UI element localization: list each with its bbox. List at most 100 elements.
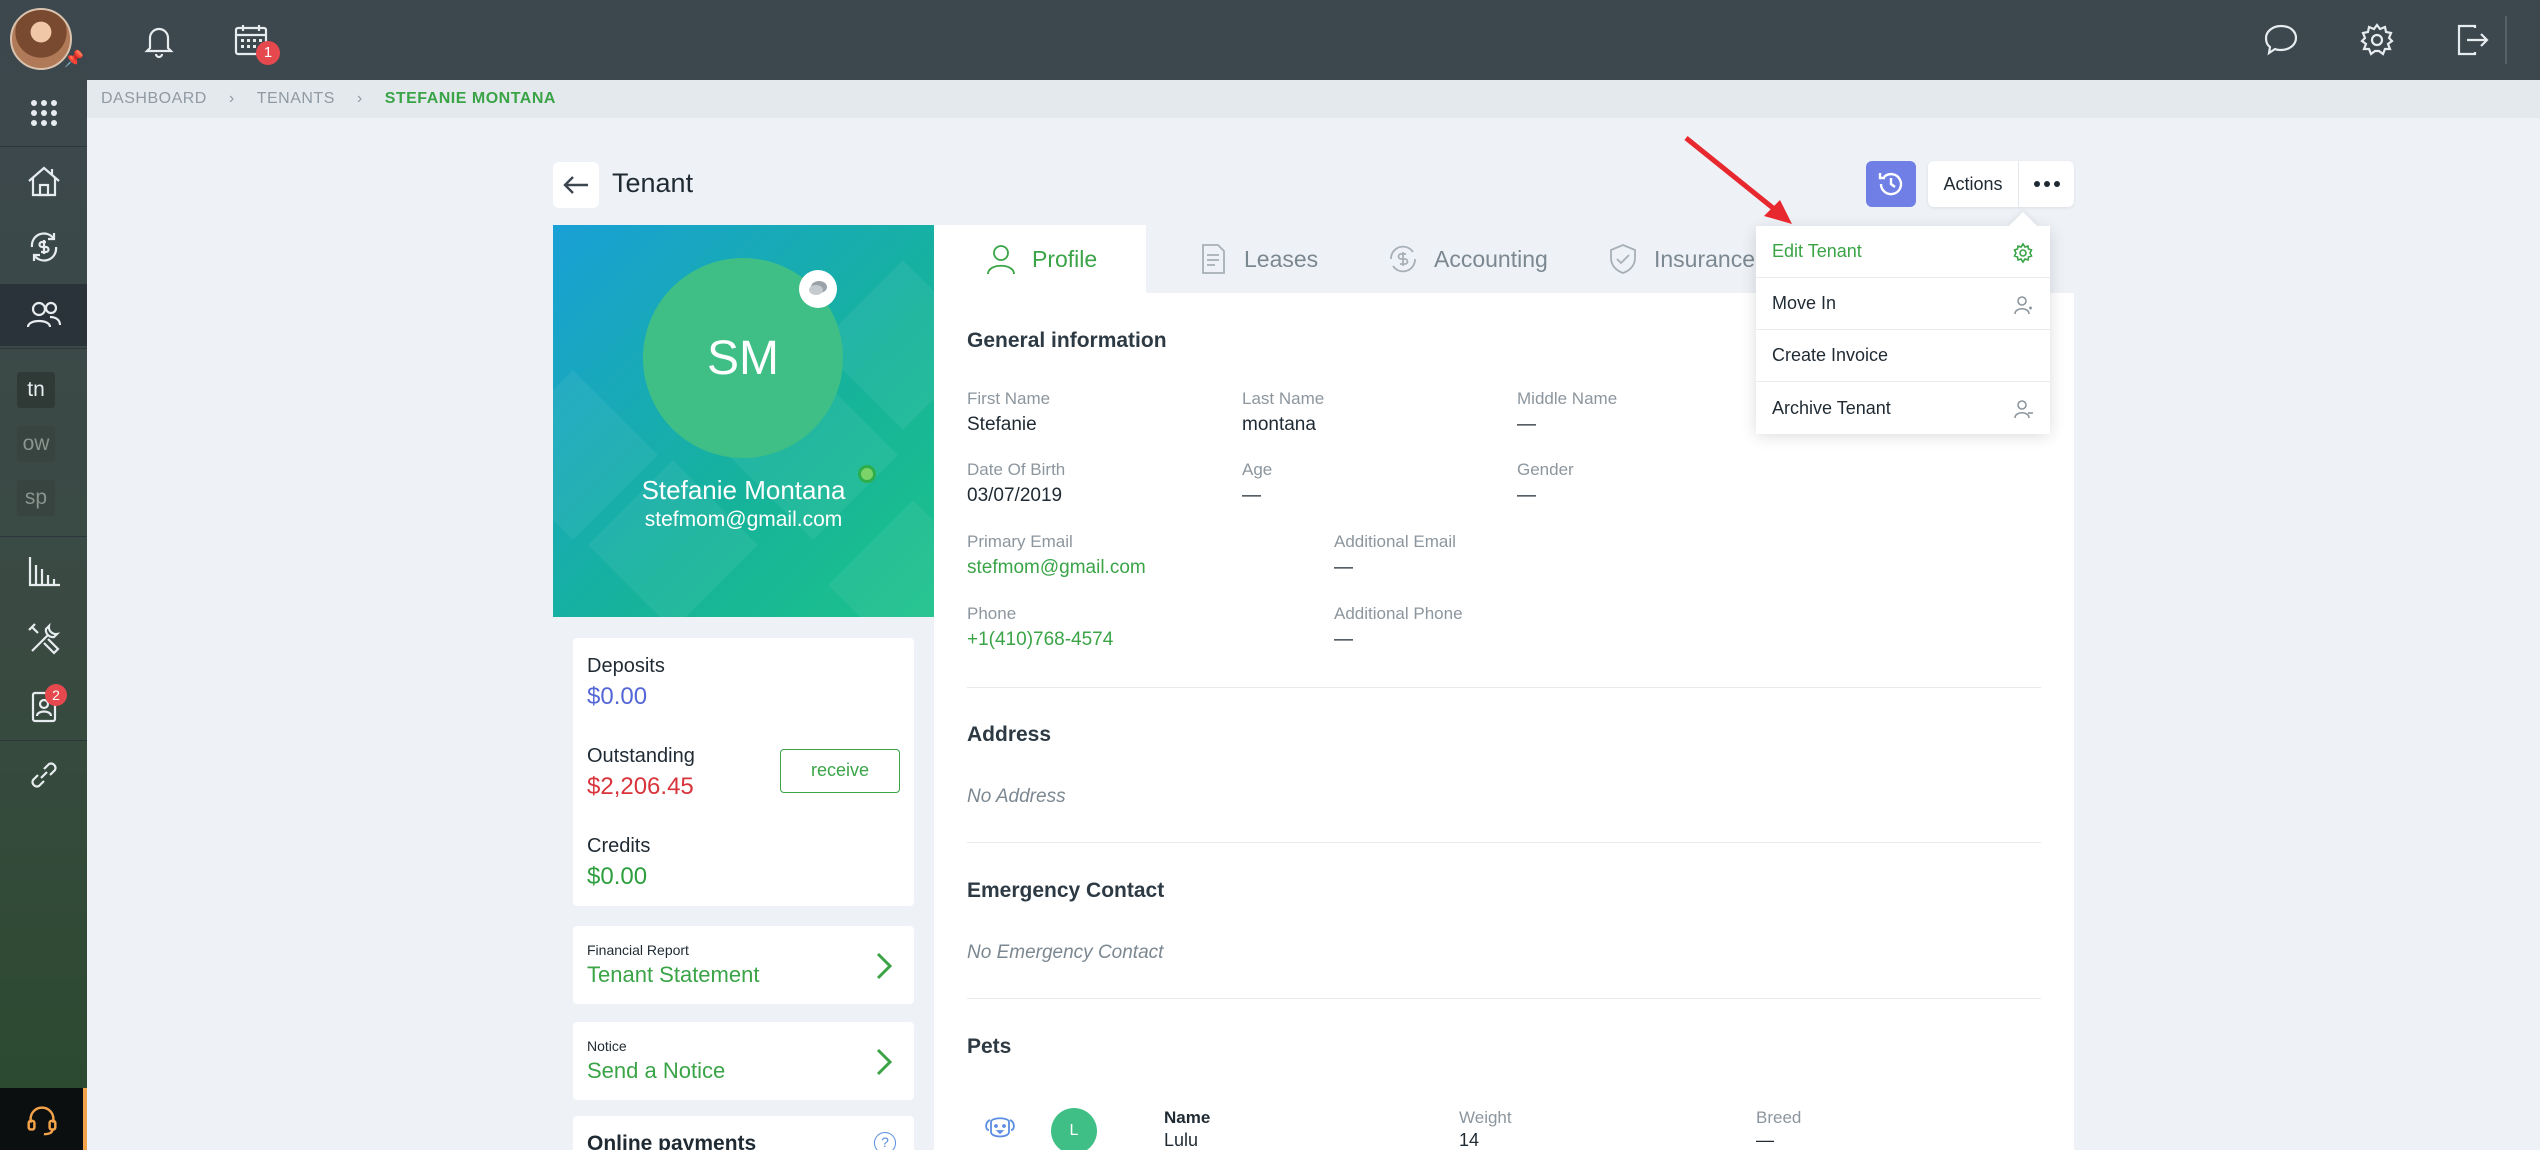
- contacts-badge: 2: [45, 684, 67, 706]
- history-button[interactable]: [1866, 161, 1916, 207]
- pet-weight-value: 14: [1459, 1130, 1480, 1150]
- pin-icon[interactable]: 📌: [64, 52, 84, 68]
- red-arrow-annotation: [1684, 136, 1792, 224]
- phone-link[interactable]: +1(410)768-4574: [967, 629, 1113, 651]
- link-caption: Notice: [587, 1038, 627, 1054]
- deposits-label: Deposits: [587, 655, 665, 677]
- pet-breed-label: Breed: [1756, 1108, 1802, 1127]
- page-title: Tenant: [612, 168, 694, 198]
- user-icon: [2014, 400, 2033, 419]
- document-icon: [1202, 244, 1225, 274]
- online-payments-card: Online payments ?: [573, 1116, 914, 1150]
- home-icon[interactable]: [0, 150, 87, 212]
- apps-grid-icon[interactable]: [0, 82, 87, 144]
- link-caption: Financial Report: [587, 942, 689, 958]
- profile-card: SM Stefanie Montana stefmom@gmail.com: [553, 225, 934, 617]
- tenant-email: stefmom@gmail.com: [644, 508, 843, 531]
- deposits-value: $0.00: [587, 683, 648, 710]
- additional-phone-value: —: [1334, 629, 1353, 650]
- tab-leases[interactable]: Leases: [1196, 225, 1318, 293]
- message-bubble-icon[interactable]: [799, 270, 837, 308]
- tab-label: Accounting: [1434, 245, 1548, 272]
- tab-profile[interactable]: Profile: [934, 225, 1146, 293]
- breadcrumb: DASHBOARD › TENANTS › STEFANIE MONTANA: [87, 80, 2540, 118]
- support-button[interactable]: [0, 1088, 87, 1150]
- balances-card: Deposits $0.00 Outstanding $2,206.45 rec…: [573, 638, 914, 906]
- topbar: 1: [87, 0, 2540, 80]
- chart-icon[interactable]: [0, 540, 87, 602]
- link-icon[interactable]: [0, 744, 87, 806]
- contact-card-icon[interactable]: 2: [0, 676, 87, 738]
- pet-name-value: Lulu: [1164, 1130, 1199, 1150]
- back-button[interactable]: [553, 162, 599, 208]
- first-name-label: First Name: [967, 389, 1051, 408]
- pets-title: Pets: [967, 1035, 1012, 1058]
- user-icon: [2014, 296, 2032, 315]
- sidebar-tag-ow[interactable]: ow: [17, 426, 55, 462]
- calendar-icon[interactable]: 1: [227, 16, 280, 65]
- tab-accounting[interactable]: Accounting: [1386, 225, 1548, 293]
- arrow-left-icon: [563, 176, 588, 194]
- user-avatar[interactable]: [10, 8, 72, 70]
- tenant-statement-link[interactable]: Financial Report Tenant Statement: [573, 926, 914, 1004]
- menu-item-label: Edit Tenant: [1772, 241, 1862, 261]
- general-info-title: General information: [967, 329, 1167, 352]
- tenant-name: Stefanie Montana: [641, 475, 846, 505]
- pet-name-label: Name: [1164, 1108, 1211, 1127]
- dollar-cycle-icon: [1390, 245, 1416, 273]
- receive-button[interactable]: receive: [780, 749, 900, 793]
- last-name-label: Last Name: [1242, 389, 1325, 408]
- credits-value: $0.00: [587, 863, 648, 890]
- gear-icon[interactable]: [2353, 16, 2401, 64]
- chevron-right-icon: ›: [228, 90, 235, 107]
- help-icon[interactable]: ?: [874, 1132, 896, 1150]
- tab-insurance[interactable]: Insurance: [1606, 225, 1755, 293]
- sidebar-tag-sp[interactable]: sp: [17, 480, 55, 516]
- menu-item-edit-tenant[interactable]: Edit Tenant: [1756, 226, 2050, 278]
- more-options-button[interactable]: [2019, 161, 2074, 207]
- credits-label: Credits: [587, 835, 651, 857]
- menu-item-label: Archive Tenant: [1772, 397, 1891, 418]
- menu-item-archive-tenant[interactable]: Archive Tenant: [1756, 382, 2050, 434]
- bell-icon[interactable]: [135, 16, 183, 64]
- gender-value: —: [1517, 485, 1536, 506]
- actions-button[interactable]: Actions: [1928, 174, 2018, 195]
- breadcrumb-tenants[interactable]: TENANTS: [257, 90, 335, 108]
- gear-icon: [2013, 242, 2033, 264]
- age-label: Age: [1242, 460, 1273, 479]
- pet-avatar: L: [1051, 1108, 1097, 1150]
- menu-item-label: Create Invoice: [1772, 345, 1889, 365]
- money-cycle-icon[interactable]: [0, 216, 87, 278]
- menu-item-create-invoice[interactable]: Create Invoice: [1756, 330, 2050, 382]
- tab-label: Profile: [1032, 245, 1098, 272]
- actions-dropdown-menu: Edit Tenant Move In Create Invoice Archi…: [1756, 226, 2050, 434]
- person-icon: [987, 245, 1015, 275]
- dob-label: Date Of Birth: [967, 460, 1066, 479]
- link-title: Send a Notice: [587, 1058, 726, 1083]
- middle-name-value: —: [1517, 414, 1536, 435]
- tools-icon[interactable]: [0, 608, 87, 670]
- middle-name-label: Middle Name: [1517, 389, 1618, 408]
- send-notice-link[interactable]: Notice Send a Notice: [573, 1022, 914, 1100]
- additional-phone-label: Additional Phone: [1334, 604, 1463, 623]
- shield-icon: [1610, 244, 1636, 274]
- first-name-value: Stefanie: [967, 414, 1037, 435]
- primary-email-link[interactable]: stefmom@gmail.com: [967, 557, 1146, 579]
- chevron-right-icon: ›: [356, 90, 363, 107]
- people-icon[interactable]: [0, 284, 87, 346]
- app-window: 📌 tn ow sp 2 1 DASHBOARD › TENANTS › STE…: [0, 0, 2540, 1150]
- emergency-contact-empty: No Emergency Contact: [967, 942, 1164, 963]
- sidebar-tag-tn[interactable]: tn: [17, 372, 55, 408]
- additional-email-value: —: [1334, 557, 1353, 578]
- outstanding-value: $2,206.45: [587, 773, 694, 800]
- breadcrumb-dashboard[interactable]: DASHBOARD: [101, 90, 207, 108]
- phone-label: Phone: [967, 604, 1017, 623]
- emergency-contact-title: Emergency Contact: [967, 879, 1165, 902]
- tab-label: Insurance: [1654, 245, 1756, 272]
- menu-item-move-in[interactable]: Move In: [1756, 278, 2050, 330]
- logout-icon[interactable]: [2447, 16, 2495, 64]
- chat-icon[interactable]: [2257, 16, 2305, 64]
- actions-group: Actions: [1928, 161, 2074, 207]
- gender-label: Gender: [1517, 460, 1574, 479]
- chevron-right-icon: [876, 1048, 893, 1076]
